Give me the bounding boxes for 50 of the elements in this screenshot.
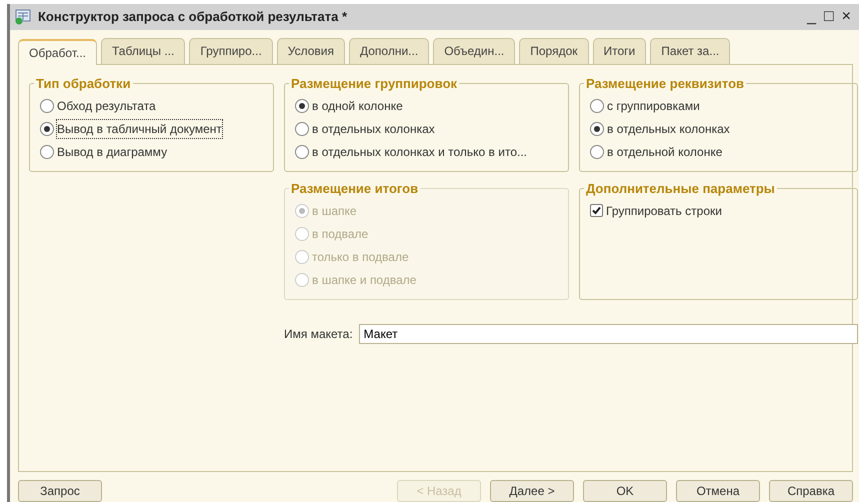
group-title: Тип обработки	[35, 77, 132, 90]
option-label: Обход результата	[57, 98, 156, 114]
tab[interactable]: Порядок	[519, 38, 589, 64]
radio-button[interactable]	[295, 144, 309, 158]
dialog-button[interactable]: Далее >	[490, 480, 574, 502]
tab[interactable]: Обработ...	[18, 39, 98, 65]
option-label: Вывод в диаграмму	[57, 144, 168, 160]
group-title: Размещение итогов	[290, 182, 420, 195]
minimize-button[interactable]: _	[807, 9, 816, 25]
option-label: в одной колонке	[312, 98, 403, 114]
tab[interactable]: Условия	[276, 38, 345, 64]
window-title: Конструктор запроса с обработкой результата *	[38, 8, 348, 26]
option-label: Группировать строки	[606, 202, 722, 220]
option-label: только в подвале	[312, 248, 409, 266]
radio-button[interactable]	[590, 98, 604, 112]
app-icon	[14, 9, 32, 25]
radio-button[interactable]	[40, 98, 54, 112]
tab[interactable]: Объедин...	[433, 38, 516, 64]
option-label: в отдельных колонках	[607, 120, 730, 138]
tab[interactable]: Дополни...	[349, 38, 430, 64]
tab[interactable]: Таблицы ...	[101, 38, 186, 64]
radio-button[interactable]	[295, 122, 309, 136]
option-label: Вывод в табличный документ	[57, 120, 222, 138]
radio-button[interactable]	[295, 98, 309, 112]
maximize-button[interactable]: □	[824, 9, 834, 25]
option-label: в отдельной колонке	[607, 144, 722, 160]
radio-button[interactable]	[40, 144, 54, 158]
option-label: в шапке	[312, 202, 357, 220]
group-title: Размещение группировок	[290, 77, 458, 90]
dialog-button[interactable]: Запрос	[18, 480, 102, 502]
group-title: Дополнительные параметры	[585, 182, 776, 195]
radio-button[interactable]	[590, 144, 604, 158]
tab[interactable]: Группиро...	[189, 38, 273, 64]
option-label: в отдельных колонках и только в ито...	[312, 144, 527, 160]
tab[interactable]: Пакет за...	[650, 38, 730, 64]
dialog-button[interactable]: Справка	[769, 480, 853, 502]
group-title: Размещение реквизитов	[585, 77, 745, 90]
template-name-field[interactable]: Макет	[358, 324, 858, 344]
dialog-button[interactable]: Отмена	[676, 480, 760, 502]
option-label: в отдельных колонках	[312, 120, 435, 138]
option-label: в шапке и подвале	[312, 272, 416, 288]
close-button[interactable]: ×	[842, 9, 851, 25]
option-label: с группировками	[607, 98, 700, 114]
checkbox[interactable]	[590, 204, 603, 217]
option-label: в подвале	[312, 226, 368, 242]
tab[interactable]: Итоги	[592, 38, 646, 64]
radio-button[interactable]	[40, 122, 54, 136]
field-label: Имя макета:	[284, 326, 353, 343]
dialog-button[interactable]: OK	[583, 480, 667, 502]
radio-button[interactable]	[590, 122, 604, 136]
